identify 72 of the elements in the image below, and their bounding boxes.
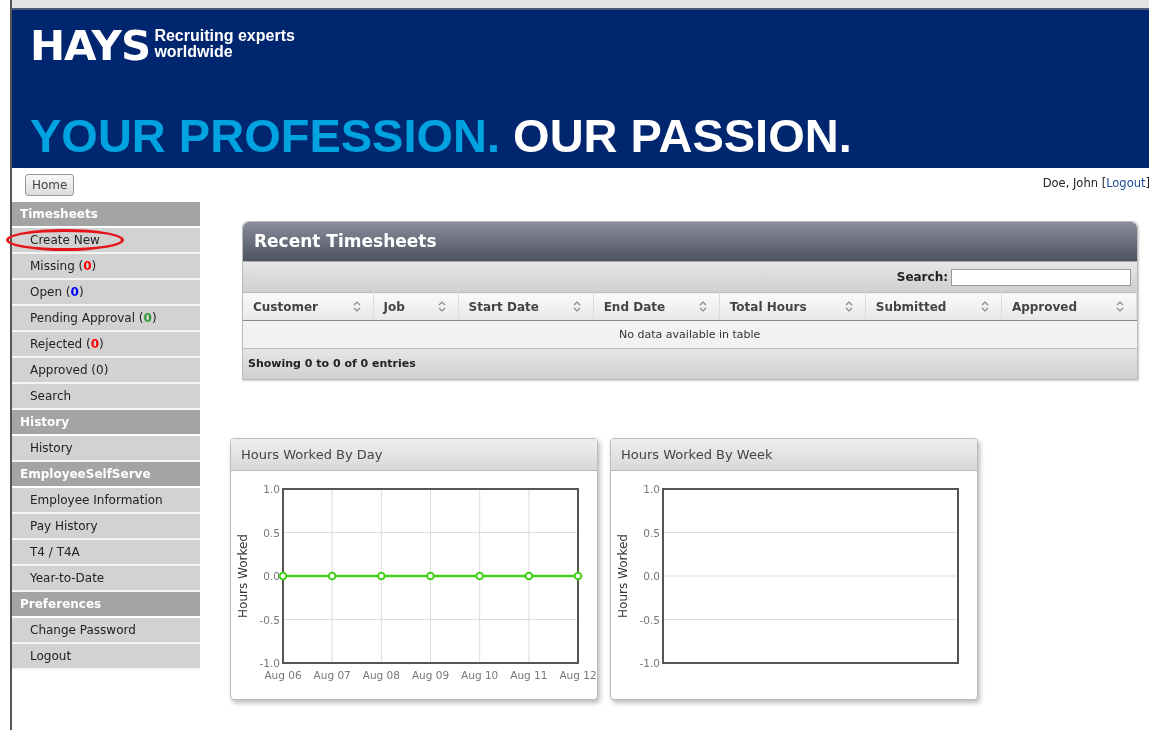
- column-header[interactable]: Customer: [243, 292, 374, 321]
- sidebar-item[interactable]: Employee Information: [12, 488, 200, 514]
- search-field[interactable]: [951, 268, 1131, 286]
- axis-title: Hours Worked: [616, 534, 630, 618]
- sort-icon: [437, 301, 446, 312]
- data-point: [426, 571, 435, 581]
- sort-icon: [572, 301, 581, 312]
- axis-tick-label: Aug 07: [313, 669, 351, 681]
- panel-title: Recent Timesheets: [243, 222, 1137, 261]
- sidebar-item[interactable]: Rejected (0): [12, 332, 200, 358]
- column-header[interactable]: Job: [373, 292, 459, 321]
- sidebar-section-header: EmployeeSelfServe: [12, 462, 200, 488]
- axis-tick-label: -1.0: [259, 657, 280, 669]
- chart-title: Hours Worked By Week: [611, 439, 977, 471]
- column-header[interactable]: Submitted: [865, 292, 1002, 321]
- column-header[interactable]: Start Date: [458, 292, 594, 321]
- axis-tick-label: 0.0: [643, 570, 660, 582]
- brand-logo: HAYS: [30, 26, 151, 66]
- sidebar-item[interactable]: T4 / T4A: [12, 540, 200, 566]
- sidebar-item[interactable]: Search: [12, 384, 200, 410]
- user-greeting: Doe, John [Logout]: [1042, 176, 1149, 192]
- data-point: [327, 571, 337, 581]
- chart-title: Hours Worked By Day: [231, 439, 597, 471]
- column-header[interactable]: End Date: [593, 292, 720, 321]
- sort-icon: [980, 301, 989, 312]
- slogan-text: OUR PASSION.: [513, 109, 852, 163]
- column-header[interactable]: Total Hours: [719, 292, 866, 321]
- axis-tick-label: 1.0: [263, 483, 280, 495]
- axis-tick-label: -0.5: [259, 613, 280, 626]
- slogan-text: YOUR PROFESSION.: [30, 109, 501, 163]
- axis-title: Hours Worked: [236, 534, 250, 618]
- search-label: Search:: [896, 270, 948, 284]
- axis-tick-label: -0.5: [639, 613, 660, 626]
- sidebar-section-header: History: [12, 410, 200, 436]
- sidebar-item[interactable]: History: [12, 436, 200, 462]
- sort-icon: [352, 301, 361, 312]
- sidebar-section-header: Timesheets: [12, 202, 200, 228]
- data-point: [524, 571, 534, 581]
- axis-tick-label: Aug 10: [461, 669, 499, 681]
- axis-tick-label: 0.0: [263, 570, 280, 582]
- sort-icon: [698, 301, 707, 312]
- column-header[interactable]: Approved: [1001, 292, 1137, 321]
- axis-tick-label: Aug 12: [559, 669, 597, 681]
- axis-tick-label: 0.5: [643, 526, 660, 539]
- sidebar-item[interactable]: Logout: [12, 644, 200, 670]
- data-point: [573, 571, 583, 581]
- home-button[interactable]: Home: [25, 174, 75, 196]
- axis-tick-label: Aug 09: [411, 669, 450, 681]
- table-info-text: Showing 0 to 0 of 0 entries: [243, 348, 1137, 379]
- axis-tick-label: Aug 06: [264, 669, 302, 681]
- sidebar-item[interactable]: Change Password: [12, 618, 200, 644]
- logout-link[interactable]: Logout: [1106, 176, 1146, 190]
- sidebar-item[interactable]: Create New: [12, 228, 200, 254]
- sidebar-item[interactable]: Approved (0): [12, 358, 200, 384]
- sidebar-item[interactable]: Pending Approval (0): [12, 306, 200, 332]
- empty-table-message: No data available in table: [243, 320, 1137, 348]
- data-point: [278, 571, 288, 581]
- axis-tick-label: Aug 11: [510, 669, 548, 681]
- data-point: [475, 571, 484, 581]
- sort-icon: [844, 301, 853, 312]
- sidebar-section-header: Preferences: [12, 592, 200, 618]
- axis-tick-label: 0.5: [263, 526, 280, 539]
- sidebar-item[interactable]: Missing (0): [12, 254, 200, 280]
- data-point: [377, 571, 386, 581]
- axis-tick-label: -1.0: [639, 657, 660, 669]
- axis-tick-label: Aug 08: [362, 669, 400, 681]
- sort-icon: [1116, 301, 1124, 312]
- sidebar-item[interactable]: Open (0): [12, 280, 200, 306]
- brand-tagline: Recruiting experts worldwide: [154, 26, 295, 60]
- sidebar-item[interactable]: Year-to-Date: [12, 566, 200, 592]
- axis-tick-label: 1.0: [643, 483, 660, 495]
- sidebar-item[interactable]: Pay History: [12, 514, 200, 540]
